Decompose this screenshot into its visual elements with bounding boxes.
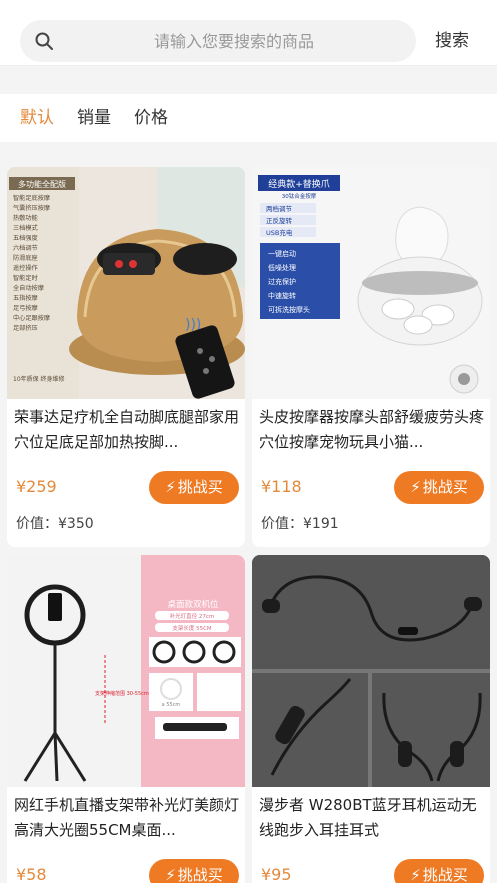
search-button[interactable]: 搜索 <box>424 20 480 62</box>
stand-note: 支架伸缩范围 30-55cm <box>95 690 149 697</box>
svg-text:USB充电: USB充电 <box>266 228 293 237</box>
top-bar: 搜索 <box>0 0 497 66</box>
challenge-buy-button[interactable]: ⚡ 挑战买 <box>394 471 484 504</box>
lightning-icon: ⚡ <box>410 866 421 883</box>
product-card[interactable]: 经典款+替换爪 30钛合金按摩 两档调节 正反旋转 USB充电 一键启动 低噪处… <box>252 167 490 547</box>
panel-title: 桌面款双机位 <box>167 599 219 610</box>
svg-text:全自动按摩: 全自动按摩 <box>13 284 44 292</box>
product-image[interactable]: 经典款+替换爪 30钛合金按摩 两档调节 正反旋转 USB充电 一键启动 低噪处… <box>252 167 490 399</box>
product-value: 价值：¥350 <box>16 516 94 532</box>
svg-text:五指按摩: 五指按摩 <box>13 294 38 302</box>
svg-text:五档强度: 五档强度 <box>13 234 38 242</box>
svg-text:足部挤压: 足部挤压 <box>13 324 38 332</box>
lightning-icon: ⚡ <box>165 478 176 496</box>
product-image[interactable]: 多功能全配版 智能足底按摩 气囊挤压按摩 热敷功能 三档模式 五档强度 六档调节… <box>7 167 245 399</box>
svg-text:低噪处理: 低噪处理 <box>268 263 296 272</box>
svg-text:过充保护: 过充保护 <box>268 277 296 286</box>
search-input[interactable] <box>64 20 404 62</box>
warranty-note: 10年质保 终身维修 <box>13 375 65 383</box>
product-title[interactable]: 荣事达足疗机全自动脚底腿部家用穴位足底足部加热按脚... <box>14 405 242 455</box>
product-price: ¥118 <box>261 477 302 496</box>
search-icon <box>35 32 53 50</box>
svg-text:a 55cm: a 55cm <box>162 702 181 708</box>
svg-text:六档调节: 六档调节 <box>13 244 38 252</box>
svg-text:遥控操作: 遥控操作 <box>13 264 38 272</box>
svg-text:气囊挤压按摩: 气囊挤压按摩 <box>13 204 50 212</box>
svg-text:补光灯直径 27cm: 补光灯直径 27cm <box>170 612 215 620</box>
lightning-icon: ⚡ <box>410 478 421 496</box>
product-price: ¥95 <box>261 865 292 883</box>
svg-text:中速旋转: 中速旋转 <box>268 291 296 300</box>
search-box[interactable] <box>20 20 416 62</box>
product-price: ¥58 <box>16 865 47 883</box>
lightning-icon: ⚡ <box>165 866 176 883</box>
feature-badge: 多功能全配版 <box>18 179 66 189</box>
svg-text:三档模式: 三档模式 <box>13 224 38 232</box>
challenge-buy-button[interactable]: ⚡ 挑战买 <box>394 859 484 883</box>
svg-text:中心足跟按摩: 中心足跟按摩 <box>13 314 50 322</box>
svg-text:正反旋转: 正反旋转 <box>266 216 293 225</box>
svg-text:热敷功能: 热敷功能 <box>13 214 38 222</box>
product-card[interactable]: 多功能全配版 智能足底按摩 气囊挤压按摩 热敷功能 三档模式 五档强度 六档调节… <box>7 167 245 547</box>
svg-text:30钛合金按摩: 30钛合金按摩 <box>282 192 317 200</box>
svg-text:防滑底座: 防滑底座 <box>13 254 38 262</box>
product-image[interactable] <box>252 555 490 787</box>
feature-badge: 经典款+替换爪 <box>268 178 330 190</box>
sort-bar: 默认 销量 价格 <box>0 94 497 142</box>
svg-text:一键启动: 一键启动 <box>268 249 296 258</box>
product-image[interactable]: 桌面款双机位 补光灯直径 27cm 支架长度 55CM a 55cm 支架伸缩范… <box>7 555 245 787</box>
svg-text:支架长度 55CM: 支架长度 55CM <box>172 624 212 632</box>
product-title[interactable]: 漫步者 W280BT蓝牙耳机运动无线跑步入耳挂耳式 <box>259 793 487 843</box>
product-card[interactable]: 漫步者 W280BT蓝牙耳机运动无线跑步入耳挂耳式 ¥95 ⚡ 挑战买 <box>252 555 490 883</box>
tab-price[interactable]: 价格 <box>134 106 168 130</box>
challenge-buy-button[interactable]: ⚡ 挑战买 <box>149 471 239 504</box>
challenge-buy-button[interactable]: ⚡ 挑战买 <box>149 859 239 883</box>
svg-text:可拆洗按摩头: 可拆洗按摩头 <box>268 305 310 314</box>
tab-default[interactable]: 默认 <box>20 106 54 130</box>
product-price: ¥259 <box>16 477 57 496</box>
product-title[interactable]: 头皮按摩器按摩头部舒缓疲劳头疼穴位按摩宠物玩具小猫... <box>259 405 487 455</box>
tab-sales[interactable]: 销量 <box>77 106 111 130</box>
svg-text:智能足底按摩: 智能足底按摩 <box>13 194 50 202</box>
product-title[interactable]: 网红手机直播支架带补光灯美颜灯高清大光圈55CM桌面... <box>14 793 242 843</box>
svg-text:两档调节: 两档调节 <box>266 204 293 213</box>
svg-text:智能定时: 智能定时 <box>13 274 38 282</box>
svg-text:足弓按摩: 足弓按摩 <box>13 304 38 312</box>
product-card[interactable]: 桌面款双机位 补光灯直径 27cm 支架长度 55CM a 55cm 支架伸缩范… <box>7 555 245 883</box>
product-value: 价值：¥191 <box>261 516 339 532</box>
